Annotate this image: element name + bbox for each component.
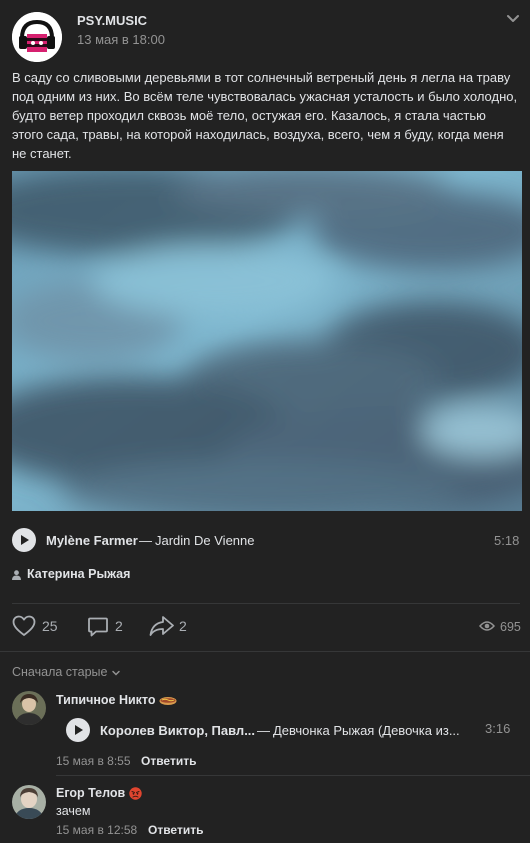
play-icon (21, 535, 29, 545)
play-button[interactable] (66, 718, 90, 742)
comment-date[interactable]: 15 мая в 12:58 (56, 823, 137, 837)
user-icon (12, 570, 21, 580)
divider (56, 775, 530, 776)
like-icon[interactable] (12, 615, 36, 637)
post-text: В саду со сливовыми деревьями в тот солн… (12, 70, 518, 161)
reply-button[interactable]: Ответить (141, 754, 196, 768)
post-author[interactable]: Катерина Рыжая (27, 567, 130, 581)
audio-separator: — (139, 533, 152, 548)
chevron-down-icon[interactable] (505, 13, 521, 25)
sort-label: Сначала старые (12, 665, 108, 679)
divider (12, 603, 520, 604)
group-logo (12, 12, 62, 62)
group-name[interactable]: PSY.MUSIC (77, 13, 147, 28)
post-photo[interactable] (12, 171, 522, 511)
play-icon (75, 725, 83, 735)
avatar-image (12, 785, 46, 819)
eye-icon (479, 621, 495, 631)
comment-icon[interactable] (87, 616, 109, 638)
shares-count[interactable]: 2 (179, 618, 187, 634)
hotdog-emoji-icon (159, 696, 177, 705)
commenter-name[interactable]: Егор Телов (56, 786, 142, 800)
commenter-avatar[interactable] (12, 785, 46, 819)
share-icon[interactable] (149, 615, 175, 637)
audio-duration: 5:18 (494, 533, 520, 548)
comment-date[interactable]: 15 мая в 8:55 (56, 754, 131, 768)
sort-dropdown[interactable]: Сначала старые (12, 665, 121, 679)
divider (0, 651, 530, 652)
sky-clouds-image (12, 171, 522, 511)
chevron-down-icon (112, 670, 120, 676)
audio-artist[interactable]: Mylène Farmer (46, 533, 138, 548)
avatar-image (12, 691, 46, 725)
play-button[interactable] (12, 528, 36, 552)
audio-separator: — (257, 723, 270, 738)
audio-title[interactable]: Девчонка Рыжая (Девочка из... (273, 723, 460, 738)
comment-text: зачем (56, 804, 91, 818)
comments-count[interactable]: 2 (115, 618, 123, 634)
post-date[interactable]: 13 мая в 18:00 (77, 32, 165, 47)
likes-count[interactable]: 25 (42, 618, 58, 634)
audio-artist[interactable]: Королев Виктор, Павл... (100, 723, 255, 738)
audio-duration: 3:16 (485, 721, 511, 736)
commenter-avatar[interactable] (12, 691, 46, 725)
angry-face-emoji-icon (128, 787, 142, 800)
reply-button[interactable]: Ответить (148, 823, 203, 837)
views-count: 695 (500, 620, 521, 634)
group-avatar[interactable] (12, 12, 62, 62)
audio-title[interactable]: Jardin De Vienne (155, 533, 255, 548)
commenter-name[interactable]: Типичное Никто (56, 693, 177, 707)
